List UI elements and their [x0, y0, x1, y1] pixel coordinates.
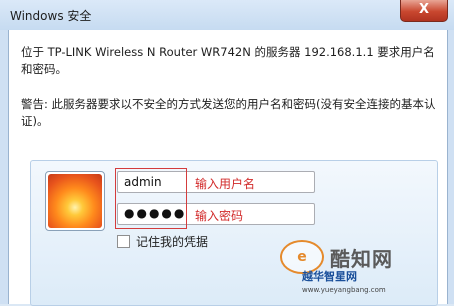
user-avatar	[45, 171, 105, 231]
warning-message: 警告: 此服务器要求以不安全的方式发送您的用户名和密码(没有安全连接的基本认证)…	[21, 97, 436, 128]
window-title: Windows 安全	[10, 9, 92, 23]
remember-credentials[interactable]: 记住我的凭据	[117, 233, 208, 250]
watermark-site2-name: 越华智星网	[302, 270, 357, 283]
watermark-url: www.yueyangbang.com	[302, 286, 386, 294]
close-button[interactable]: X	[400, 0, 448, 22]
flower-avatar-icon	[48, 174, 102, 228]
watermark-secondary: 越华智星网 www.yueyangbang.com	[302, 268, 386, 294]
annotation-box	[115, 168, 187, 229]
title-bar: Windows 安全 X	[0, 0, 454, 30]
password-annotation: 输入密码	[195, 209, 244, 223]
server-message: 位于 TP-LINK Wireless N Router WR742N 的服务器…	[21, 45, 435, 76]
security-dialog: Windows 安全 X 位于 TP-LINK Wireless N Route…	[0, 0, 454, 306]
username-annotation: 输入用户名	[195, 177, 256, 191]
remember-checkbox[interactable]	[117, 235, 130, 248]
remember-label: 记住我的凭据	[136, 235, 209, 249]
